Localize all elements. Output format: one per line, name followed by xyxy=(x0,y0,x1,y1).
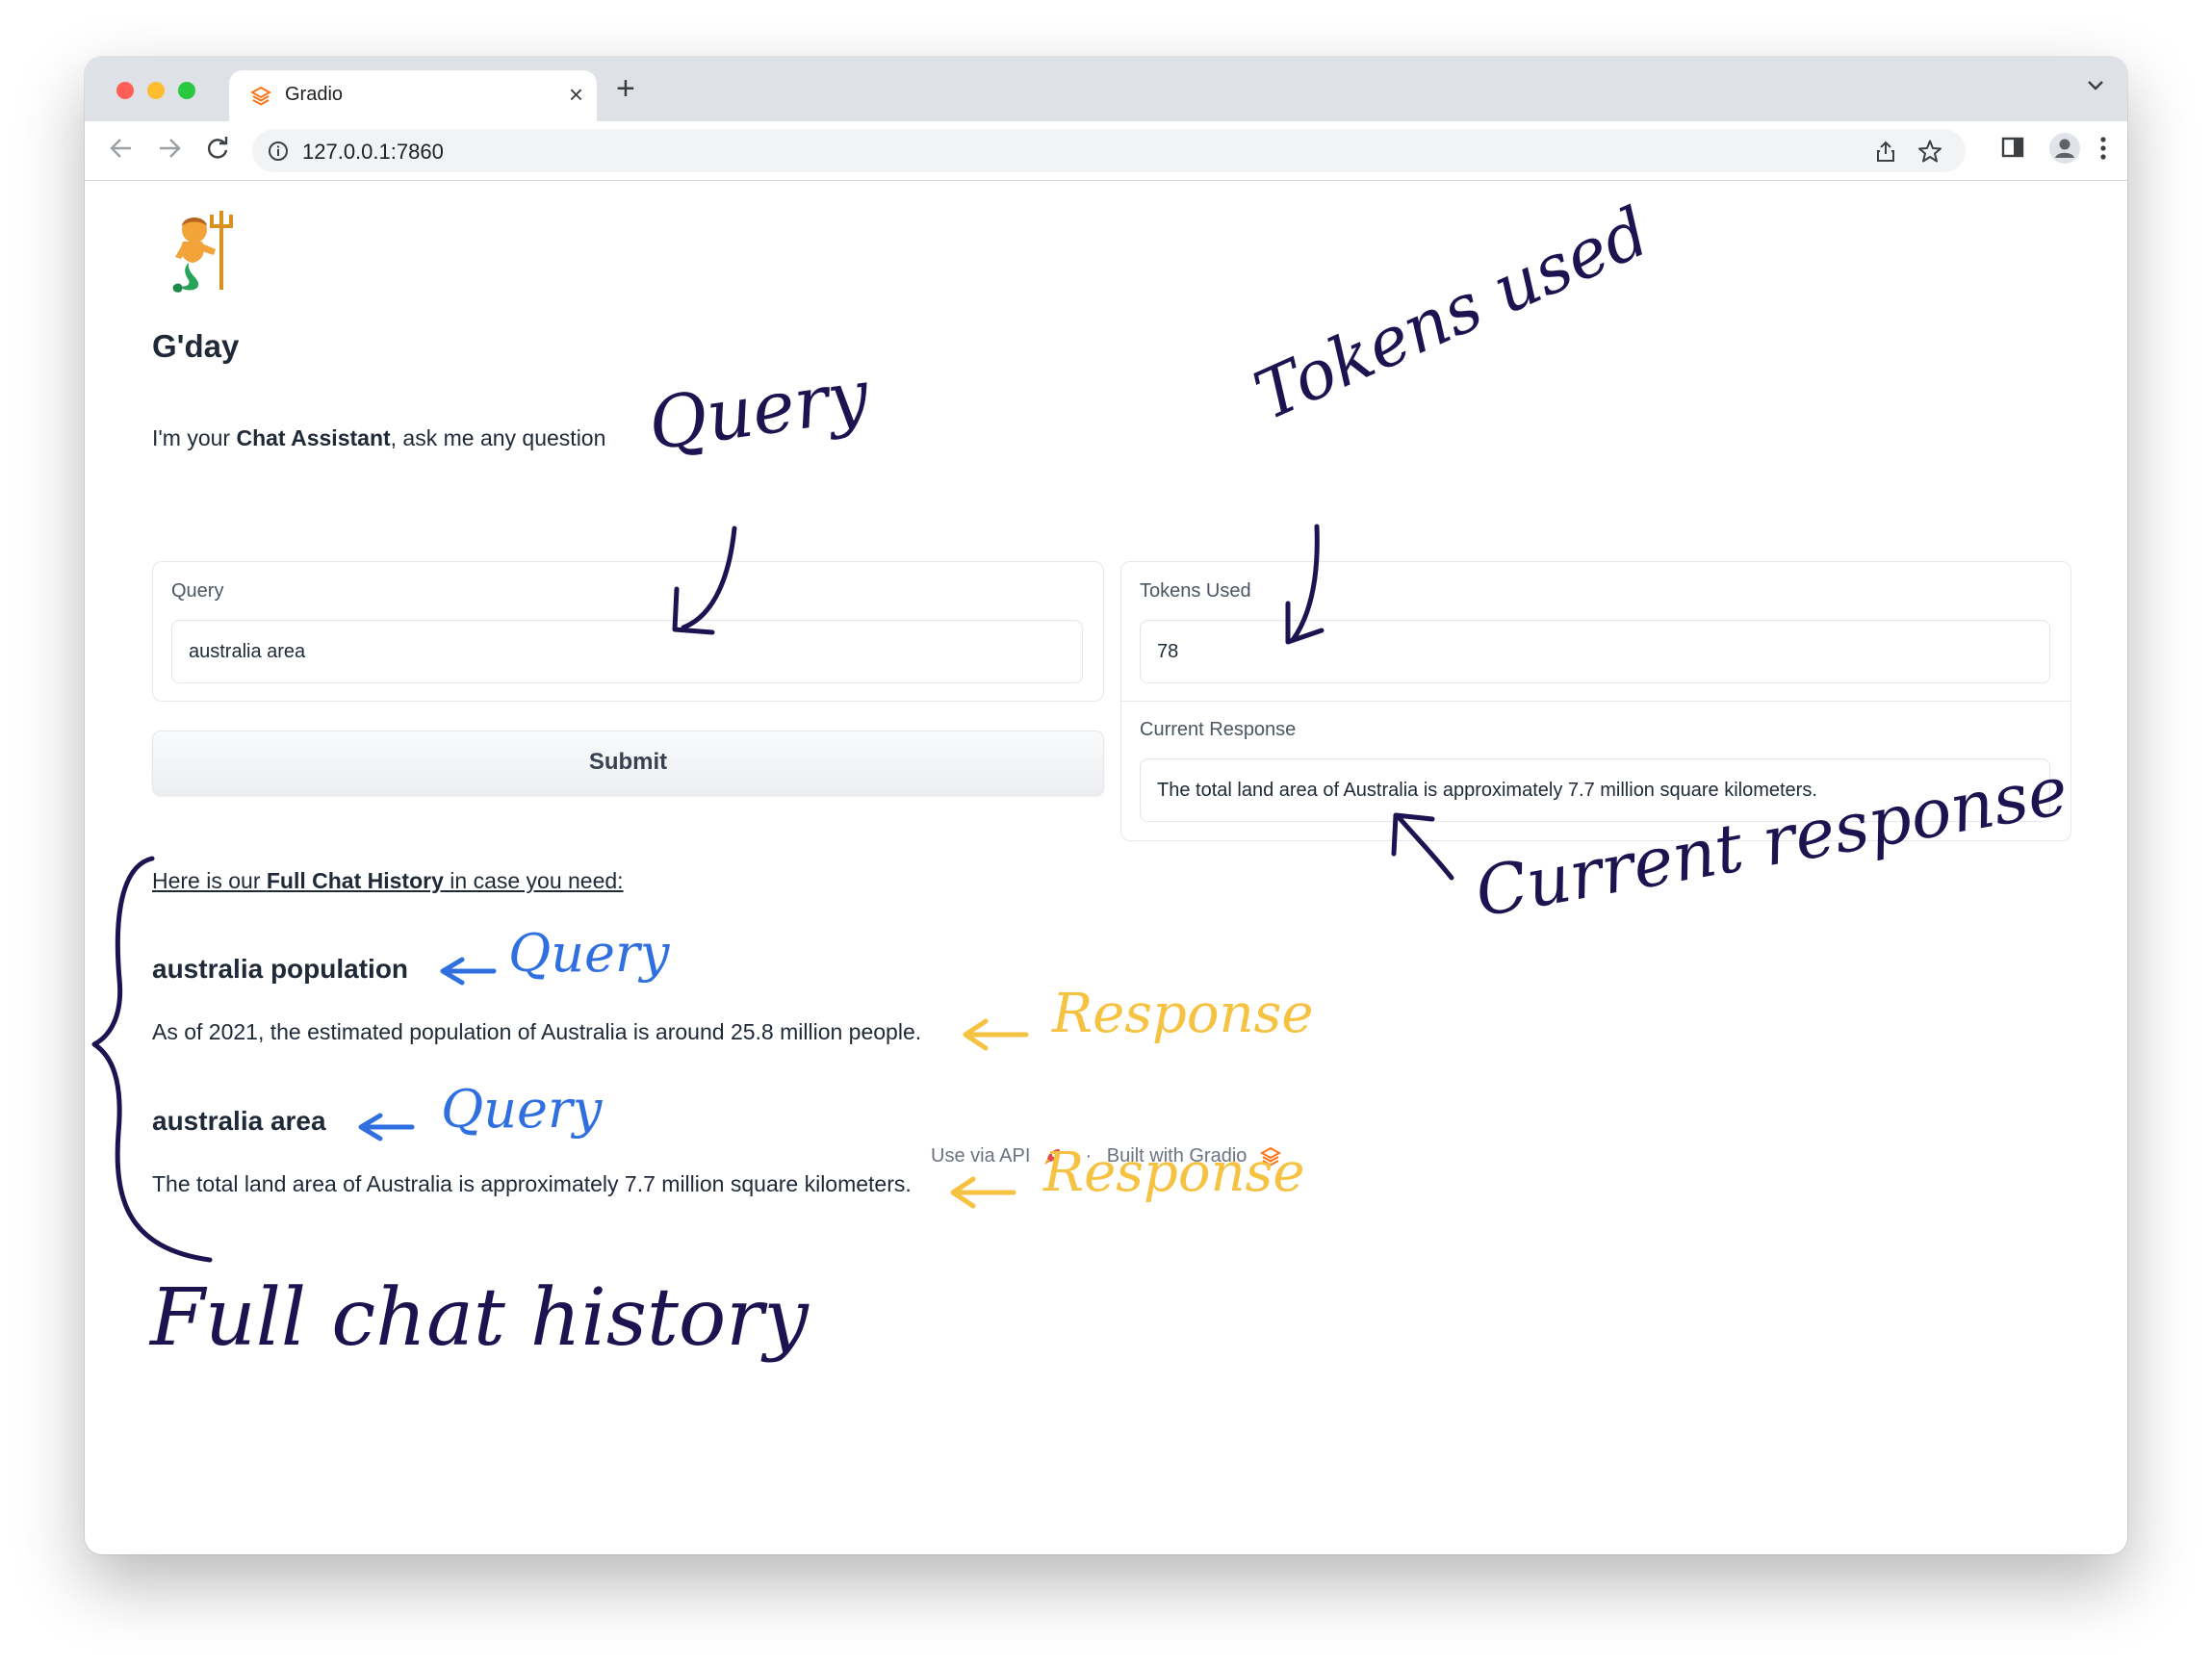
close-tab-icon[interactable]: × xyxy=(569,80,583,110)
built-with-gradio-link[interactable]: Built with Gradio xyxy=(1107,1145,1247,1167)
browser-tab[interactable]: Gradio × xyxy=(229,70,597,121)
close-window-button[interactable] xyxy=(116,82,134,99)
browser-window: Gradio × + 127.0.0.1:7860 G'day I'm your… xyxy=(85,57,2127,1554)
reload-icon[interactable] xyxy=(204,135,231,162)
share-icon[interactable] xyxy=(1875,140,1896,163)
annotation-full-chat-history: Full chat history xyxy=(148,1272,810,1364)
intro-text: I'm your Chat Assistant, ask me any ques… xyxy=(152,425,606,450)
tab-title: Gradio xyxy=(285,84,344,105)
maximize-window-button[interactable] xyxy=(178,82,195,99)
address-bar[interactable]: 127.0.0.1:7860 xyxy=(252,129,1966,172)
gradio-logo-icon xyxy=(250,86,271,106)
info-icon[interactable] xyxy=(268,141,289,162)
minimize-window-button[interactable] xyxy=(147,82,165,99)
profile-avatar-icon[interactable] xyxy=(2048,132,2081,165)
history-response: As of 2021, the estimated population of … xyxy=(152,1019,922,1044)
annotation-history-query-2: Query xyxy=(441,1079,604,1140)
annotation-query-top: Query xyxy=(644,354,875,467)
page-heading: G'day xyxy=(152,328,240,364)
side-panel-icon[interactable] xyxy=(2000,135,2025,160)
history-query: australia area xyxy=(152,1106,326,1136)
gradio-page: G'day I'm your Chat Assistant, ask me an… xyxy=(85,180,2127,1554)
rocket-icon xyxy=(1043,1148,1060,1165)
output-panel: Tokens Used 78 Current Response The tota… xyxy=(1120,561,2071,841)
tab-strip: Gradio × + xyxy=(85,57,2127,121)
history-response: The total land area of Australia is appr… xyxy=(152,1171,912,1196)
annotation-history-query-1: Query xyxy=(508,923,671,984)
history-query: australia population xyxy=(152,954,409,984)
more-menu-icon[interactable] xyxy=(2098,135,2108,162)
chevron-down-icon[interactable] xyxy=(2087,78,2104,91)
tokens-used-label: Tokens Used xyxy=(1140,580,1251,602)
annotation-tokens-used: Tokens used xyxy=(1244,192,1660,436)
footer-separator: · xyxy=(1085,1145,1093,1167)
annotation-history-response-1: Response xyxy=(1051,983,1314,1045)
query-label: Query xyxy=(171,580,224,602)
annotation-arrowhead xyxy=(963,1018,989,1051)
query-input[interactable]: australia area xyxy=(171,620,1083,683)
tokens-used-field[interactable]: 78 xyxy=(1140,620,2050,683)
new-tab-button[interactable]: + xyxy=(616,70,635,108)
url-text[interactable]: 127.0.0.1:7860 xyxy=(302,140,444,165)
bookmark-star-icon[interactable] xyxy=(1917,139,1942,164)
submit-button[interactable]: Submit xyxy=(152,731,1104,796)
forward-arrow-icon[interactable] xyxy=(156,135,183,162)
query-panel: Query australia area xyxy=(152,561,1104,702)
merman-emoji-icon xyxy=(172,211,233,293)
annotation-arrowhead xyxy=(950,1176,976,1209)
current-response-label: Current Response xyxy=(1140,719,1297,740)
page-footer: Use via API · Built with Gradio xyxy=(85,1145,2127,1167)
history-intro: Here is our Full Chat History in case yo… xyxy=(152,868,624,893)
gradio-logo-icon xyxy=(1259,1146,1282,1167)
back-arrow-icon[interactable] xyxy=(108,135,135,162)
annotation-arrowhead xyxy=(358,1113,383,1141)
annotation-arrowhead xyxy=(440,957,465,986)
handwritten-annotations: Query Tokens used Current response Query… xyxy=(91,192,2073,1364)
browser-toolbar: 127.0.0.1:7860 xyxy=(85,121,2127,181)
panel-divider xyxy=(1121,701,2071,702)
use-via-api-link[interactable]: Use via API xyxy=(931,1145,1030,1167)
annotation-brace xyxy=(91,856,213,1263)
current-response-field[interactable]: The total land area of Australia is appr… xyxy=(1140,758,2050,822)
